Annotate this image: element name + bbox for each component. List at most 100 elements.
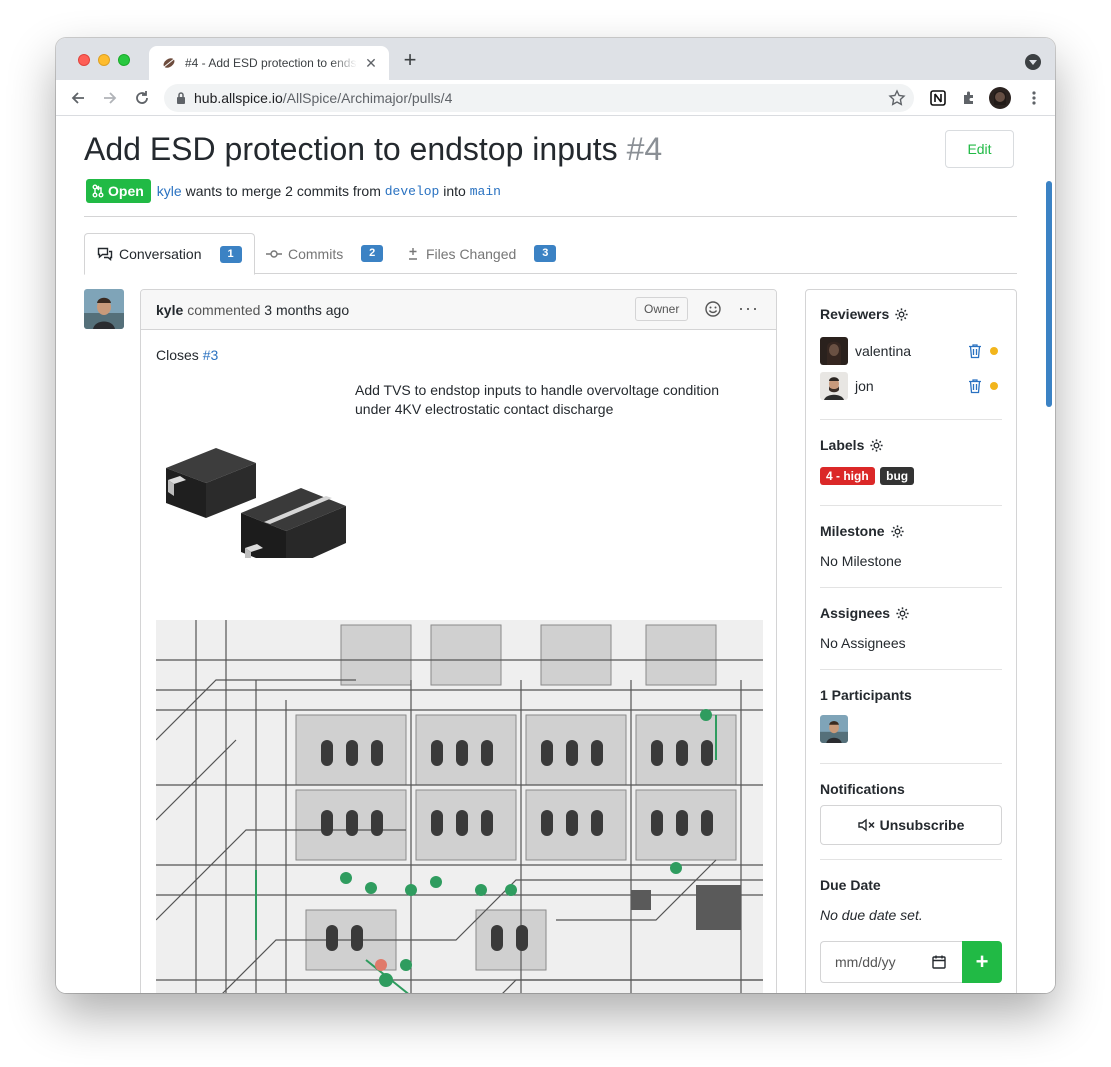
issue-link[interactable]: #3	[203, 347, 219, 363]
avatar[interactable]	[820, 337, 848, 365]
status-text: Open	[108, 183, 144, 199]
comment-time: 3 months ago	[264, 301, 350, 318]
bookmark-star-icon[interactable]	[888, 89, 906, 107]
comment-body: Closes #3 Add TVS to endstop inputs to h…	[141, 330, 776, 993]
divider	[820, 669, 1002, 670]
page-content: Add ESD protection to endstop inputs #4 …	[56, 117, 1055, 993]
milestone-gear-icon[interactable]	[890, 524, 905, 539]
reviewers-gear-icon[interactable]	[894, 307, 909, 322]
comment-description: Add TVS to endstop inputs to handle over…	[355, 382, 719, 417]
due-date-value: No due date set.	[820, 907, 923, 923]
assignees-section: Assignees No Assignees	[820, 605, 1002, 651]
commit-icon	[266, 249, 282, 258]
date-placeholder: mm/dd/yy	[835, 954, 896, 970]
back-icon[interactable]	[66, 86, 90, 110]
comment-author[interactable]: kyle	[156, 302, 183, 318]
merge-into-text: into	[443, 183, 466, 199]
assignees-gear-icon[interactable]	[895, 606, 910, 621]
trash-icon[interactable]	[968, 343, 982, 359]
close-window-button[interactable]	[78, 54, 90, 66]
tab-strip: #4 - Add ESD protection to endstop input…	[56, 38, 1055, 80]
divider	[820, 859, 1002, 860]
extensions-puzzle-icon[interactable]	[959, 88, 979, 108]
browser-tab[interactable]: #4 - Add ESD protection to endstop input…	[149, 46, 389, 80]
closes-text: Closes	[156, 347, 199, 363]
participants-section: 1 Participants	[820, 687, 1002, 743]
page-title: Add ESD protection to endstop inputs #4	[84, 131, 662, 168]
due-date-form: mm/dd/yy +	[820, 941, 1002, 983]
emoji-reaction-icon[interactable]	[704, 300, 722, 318]
diff-icon	[409, 247, 417, 260]
address-bar[interactable]: hub.allspice.io/AllSpice/Archimajor/pull…	[164, 84, 914, 112]
avatar[interactable]	[820, 372, 848, 400]
reviewers-title: Reviewers	[820, 306, 890, 322]
divider	[84, 216, 1017, 217]
pcb-layout-image	[156, 620, 763, 993]
target-branch[interactable]: main	[470, 184, 501, 199]
label-tag[interactable]: bug	[880, 467, 915, 485]
review-status-dot	[990, 347, 998, 355]
edit-button[interactable]: Edit	[945, 130, 1014, 168]
tab-title: #4 - Add ESD protection to endstop input…	[185, 56, 357, 70]
merge-text: wants to merge 2 commits from	[185, 183, 381, 199]
divider	[820, 419, 1002, 420]
maximize-window-button[interactable]	[118, 54, 130, 66]
calendar-icon[interactable]	[932, 955, 946, 969]
source-branch[interactable]: develop	[385, 184, 440, 199]
label-tag[interactable]: 4 - high	[820, 467, 875, 485]
avatar[interactable]	[84, 289, 124, 329]
pr-meta: Open kyle wants to merge 2 commits from …	[86, 179, 501, 203]
reviewer-name[interactable]: jon	[855, 378, 874, 394]
new-tab-button[interactable]: +	[399, 49, 421, 71]
close-tab-icon[interactable]: ✕	[363, 55, 379, 72]
labels-gear-icon[interactable]	[869, 438, 884, 453]
add-due-date-button[interactable]: +	[962, 941, 1002, 983]
url-path: /AllSpice/Archimajor/pulls/4	[282, 90, 453, 106]
profile-avatar[interactable]	[989, 87, 1011, 109]
notion-extension-icon[interactable]	[928, 88, 948, 108]
divider	[820, 763, 1002, 764]
due-date-title: Due Date	[820, 877, 881, 893]
tvs-diode-image	[166, 448, 346, 558]
lock-icon	[177, 92, 185, 104]
reviewers-section: Reviewers	[820, 306, 1002, 322]
minimize-window-button[interactable]	[98, 54, 110, 66]
due-date-input[interactable]: mm/dd/yy	[820, 941, 962, 983]
divider	[820, 587, 1002, 588]
unsubscribe-label: Unsubscribe	[879, 817, 965, 833]
url-host: hub.allspice.io	[194, 90, 283, 106]
unsubscribe-button[interactable]: Unsubscribe	[820, 805, 1002, 845]
browser-window: #4 - Add ESD protection to endstop input…	[56, 38, 1055, 993]
tab-label: Files Changed	[426, 245, 517, 262]
tab-count: 1	[219, 245, 242, 263]
pull-request-icon	[92, 184, 104, 198]
more-options-icon[interactable]: ···	[738, 298, 759, 319]
avatar[interactable]	[820, 715, 848, 743]
tab-commits[interactable]: Commits 2	[254, 233, 395, 274]
assignees-value: No Assignees	[820, 635, 906, 651]
browser-menu-icon[interactable]	[1024, 88, 1044, 108]
labels-section: Labels 4 - high bug	[820, 437, 1002, 485]
participants-title: 1 Participants	[820, 687, 912, 703]
closes-line: Closes #3	[156, 347, 218, 363]
assignees-title: Assignees	[820, 605, 891, 621]
tab-files-changed[interactable]: Files Changed 3	[394, 233, 568, 274]
review-status-dot	[990, 382, 998, 390]
milestone-value: No Milestone	[820, 553, 902, 569]
due-date-section: Due Date No due date set.	[820, 877, 1002, 923]
tab-label: Conversation	[119, 246, 202, 262]
comment-box: kyle commented 3 months ago Owner ··· Cl…	[140, 289, 777, 993]
mute-icon	[857, 818, 875, 832]
notifications-section: Notifications	[820, 781, 1002, 797]
tab-search-icon[interactable]	[1025, 54, 1041, 70]
trash-icon[interactable]	[968, 378, 982, 394]
tab-conversation[interactable]: Conversation 1	[84, 233, 255, 275]
allspice-favicon-icon	[163, 58, 175, 68]
browser-toolbar: hub.allspice.io/AllSpice/Archimajor/pull…	[56, 80, 1055, 116]
reviewer-name[interactable]: valentina	[855, 343, 911, 359]
forward-icon[interactable]	[98, 86, 122, 110]
reload-icon[interactable]	[130, 86, 154, 110]
conversation-icon	[97, 247, 113, 261]
scrollbar[interactable]	[1046, 181, 1052, 407]
author-link[interactable]: kyle	[157, 183, 182, 199]
